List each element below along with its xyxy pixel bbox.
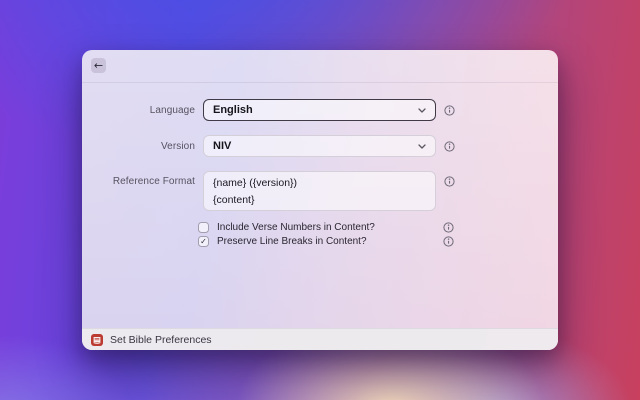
checkbox-row-verse-numbers: Include Verse Numbers in Content? bbox=[198, 221, 558, 234]
line-breaks-label[interactable]: Preserve Line Breaks in Content? bbox=[217, 236, 367, 247]
info-icon[interactable] bbox=[443, 236, 454, 247]
language-info-cell bbox=[444, 104, 558, 116]
reference-format-label: Reference Format bbox=[112, 176, 195, 187]
info-icon[interactable] bbox=[444, 140, 455, 152]
textarea-line: {content} bbox=[213, 194, 255, 206]
reference-format-textarea[interactable]: {name} ({version}) {content} bbox=[203, 171, 436, 211]
info-icon[interactable] bbox=[444, 104, 455, 116]
command-title: Set Bible Preferences bbox=[110, 333, 212, 346]
language-dropdown[interactable]: English bbox=[203, 99, 436, 121]
preferences-form: Language English Version NIV Reference F… bbox=[82, 83, 558, 248]
version-dropdown[interactable]: NIV bbox=[203, 135, 436, 157]
back-arrow-icon: ← bbox=[93, 59, 104, 72]
verse-numbers-checkbox-group[interactable]: Include Verse Numbers in Content? bbox=[198, 222, 443, 233]
field-row-version: Version NIV bbox=[82, 135, 558, 157]
version-info-cell bbox=[444, 140, 558, 152]
preferences-window: ← Language English Version NIV Reference… bbox=[82, 50, 558, 350]
field-row-reference-format: Reference Format {name} ({version}) {con… bbox=[82, 171, 558, 211]
version-dropdown-value: NIV bbox=[213, 140, 232, 152]
line-breaks-info-cell bbox=[443, 236, 558, 247]
textarea-line: {name} ({version}) bbox=[213, 177, 298, 189]
language-label: Language bbox=[149, 104, 195, 116]
bible-book-icon bbox=[91, 333, 103, 346]
desktop-background: { "window": { "back_glyph": "←" }, "form… bbox=[0, 0, 640, 400]
line-breaks-checkbox[interactable]: ✓ bbox=[198, 236, 209, 247]
version-label: Version bbox=[160, 140, 195, 152]
info-icon[interactable] bbox=[444, 176, 455, 187]
line-breaks-checkbox-group[interactable]: ✓ Preserve Line Breaks in Content? bbox=[198, 236, 443, 247]
verse-numbers-label[interactable]: Include Verse Numbers in Content? bbox=[217, 222, 375, 233]
verse-numbers-info-cell bbox=[443, 222, 558, 233]
window-header: ← bbox=[82, 50, 558, 83]
verse-numbers-checkbox[interactable] bbox=[198, 222, 209, 233]
field-row-language: Language English bbox=[82, 99, 558, 121]
checkbox-row-line-breaks: ✓ Preserve Line Breaks in Content? bbox=[198, 235, 558, 248]
reference-format-info-cell bbox=[444, 171, 558, 187]
language-dropdown-value: English bbox=[213, 104, 253, 116]
chevron-down-icon bbox=[418, 107, 426, 113]
window-footer: Set Bible Preferences bbox=[82, 328, 558, 350]
info-icon[interactable] bbox=[443, 222, 454, 233]
back-button[interactable]: ← bbox=[91, 58, 106, 73]
chevron-down-icon bbox=[418, 143, 426, 149]
